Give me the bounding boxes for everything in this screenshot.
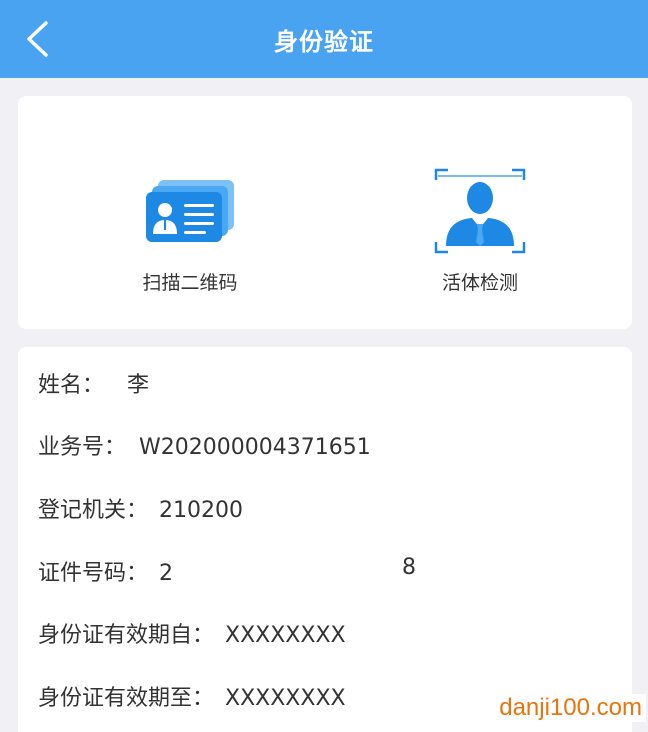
name-row: 姓名： 李 bbox=[38, 367, 149, 399]
registration-office-row: 登记机关： 210200 bbox=[38, 492, 243, 524]
valid-from-value: XXXXXXXX bbox=[225, 623, 346, 648]
liveness-detection-label: 活体检测 bbox=[441, 272, 518, 294]
name-label: 姓名： bbox=[38, 373, 105, 398]
valid-to-label: 身份证有效期至： bbox=[38, 686, 215, 711]
id-number-row: 证件号码： 2 8 bbox=[38, 555, 598, 587]
business-no-row: 业务号： W202000004371651 bbox=[38, 429, 371, 461]
business-no-value: W202000004371651 bbox=[139, 435, 371, 460]
name-value: 李 bbox=[127, 373, 150, 398]
id-number-value-end: 8 bbox=[402, 555, 416, 580]
face-scan-icon bbox=[432, 168, 528, 254]
valid-to-value: XXXXXXXX bbox=[225, 686, 346, 711]
watermark: danji100.com bbox=[495, 694, 646, 722]
identity-info-card: 姓名： 李 业务号： W202000004371651 登记机关： 210200… bbox=[18, 347, 632, 732]
verification-actions-card: 扫描二维码 活体检测 bbox=[18, 96, 632, 329]
chevron-left-icon bbox=[27, 21, 48, 57]
scan-qr-label: 扫描二维码 bbox=[142, 272, 238, 294]
top-bar: 身份验证 bbox=[0, 0, 648, 78]
scan-qr-button[interactable]: 扫描二维码 bbox=[90, 96, 290, 329]
business-no-label: 业务号： bbox=[38, 435, 127, 460]
valid-from-label: 身份证有效期自： bbox=[38, 623, 215, 648]
valid-to-row: 身份证有效期至： XXXXXXXX bbox=[38, 680, 346, 712]
id-number-value-start: 2 bbox=[159, 561, 174, 586]
id-number-label: 证件号码： bbox=[38, 561, 149, 586]
valid-from-row: 身份证有效期自： XXXXXXXX bbox=[38, 617, 346, 649]
registration-office-value: 210200 bbox=[159, 498, 243, 523]
back-button[interactable] bbox=[14, 16, 60, 62]
liveness-detection-button[interactable]: 活体检测 bbox=[380, 96, 580, 329]
page-title: 身份验证 bbox=[274, 27, 374, 56]
id-card-icon bbox=[142, 168, 238, 254]
registration-office-label: 登记机关： bbox=[38, 498, 149, 523]
